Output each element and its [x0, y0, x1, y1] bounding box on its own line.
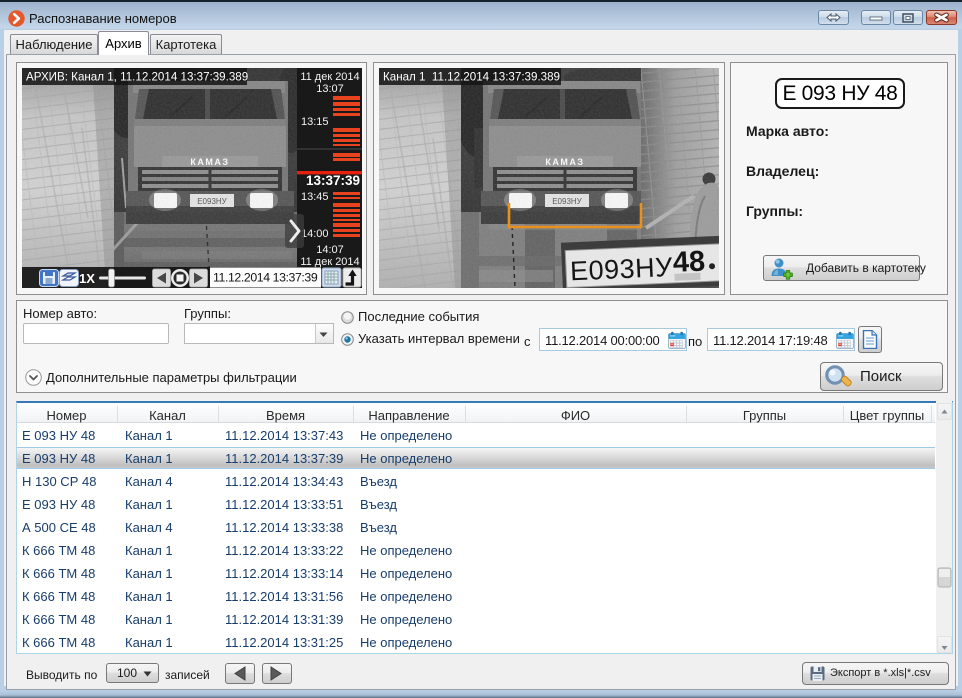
svg-text:1X: 1X [79, 271, 95, 286]
svg-text:11.12.2014 13:37:39: 11.12.2014 13:37:39 [213, 271, 318, 285]
svg-text:13:37:39: 13:37:39 [306, 173, 360, 188]
svg-text:11 дек 2014: 11 дек 2014 [300, 71, 359, 83]
svg-text:11 дек 2014: 11 дек 2014 [300, 256, 359, 268]
svg-text:13:07: 13:07 [316, 83, 344, 95]
svg-text:Е093НУ: Е093НУ [569, 252, 673, 286]
svg-text:13:45: 13:45 [301, 191, 329, 203]
svg-text:Канал 1 11.12.2014 13:37:39.3: Канал 1 11.12.2014 13:37:39.389 [383, 71, 560, 84]
svg-text:14:00: 14:00 [301, 228, 329, 240]
svg-text:АРХИВ: Канал 1, 11.12.2014 13:: АРХИВ: Канал 1, 11.12.2014 13:37:39.389 [26, 71, 248, 84]
svg-text:14:07: 14:07 [316, 244, 344, 256]
svg-text:13:15: 13:15 [301, 116, 329, 128]
